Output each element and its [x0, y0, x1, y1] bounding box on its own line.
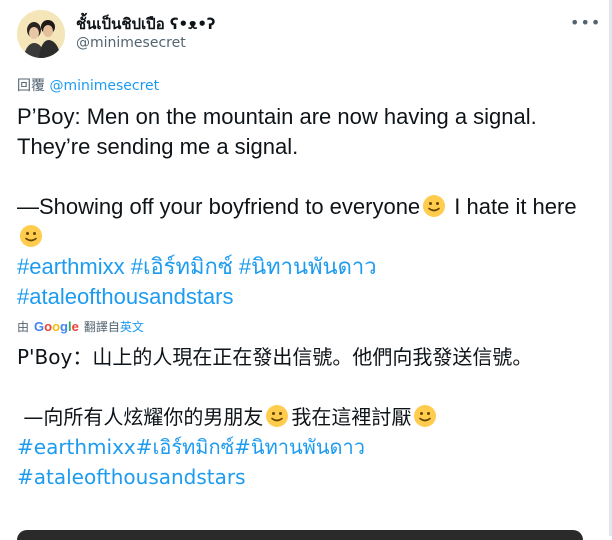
source-language-link[interactable]: 英文: [120, 318, 144, 335]
reply-mention-link[interactable]: @minimesecret: [49, 78, 159, 94]
hashtag-link[interactable]: #เอิร์ทมิกซ์: [131, 254, 233, 279]
translated-line: P'Boy：山上的人現在正在發出信號。他們向我發送信號。: [17, 345, 533, 369]
translated-text: P'Boy：山上的人現在正在發出信號。他們向我發送信號。 —向所有人炫耀你的男朋…: [17, 342, 587, 492]
translated-from-label: 翻譯自: [83, 320, 120, 334]
slightly-smiling-face-emoji: [266, 405, 289, 427]
translation-attribution: 由 Google 翻譯自 英文: [17, 318, 144, 335]
translated-hashtag[interactable]: #ataleofthousandstars: [17, 462, 587, 492]
google-logo: Google: [34, 319, 79, 334]
translated-by-label: 由: [17, 320, 30, 334]
tweet-text-line: —Showing off your boyfriend to everyone …: [17, 192, 587, 252]
slightly-smiling-face-emoji: [423, 195, 446, 217]
reply-context: 回覆 @minimesecret: [17, 75, 159, 95]
hashtags: #earthmixx #เอิร์ทมิกซ์ #นิทานพันดาว: [17, 252, 587, 282]
hashtag-link[interactable]: #earthmixx: [17, 254, 125, 279]
author-handle[interactable]: @minimesecret: [76, 35, 186, 51]
avatar[interactable]: [17, 10, 65, 58]
hashtags: #ataleofthousandstars: [17, 282, 587, 312]
slightly-smiling-face-emoji: [20, 225, 42, 247]
tweet-text-line: P’Boy: Men on the mountain are now havin…: [17, 104, 537, 159]
tweet-text-segment: I hate it here: [448, 194, 577, 219]
translated-hashtags[interactable]: #earthmixx#เอิร์ทมิกซ์#นิทานพันดาว: [17, 432, 587, 462]
tweet-text: P’Boy: Men on the mountain are now havin…: [17, 102, 587, 312]
author-name[interactable]: ชั้นเป็นชิปเปือ ʕ•ᴥ•ʔ: [76, 12, 216, 36]
more-horizontal-icon[interactable]: •••: [570, 14, 600, 34]
attached-media-preview[interactable]: [17, 530, 583, 540]
slightly-smiling-face-emoji: [414, 405, 437, 427]
hashtag-link[interactable]: #นิทานพันดาว: [239, 254, 377, 279]
translated-segment: —向所有人炫耀你的男朋友: [23, 405, 264, 429]
reply-prefix: 回覆: [17, 78, 50, 94]
translated-line: —向所有人炫耀你的男朋友 我在這裡討厭: [17, 402, 587, 432]
hashtag-link[interactable]: #ataleofthousandstars: [17, 284, 234, 309]
tweet-text-segment: —Showing off your boyfriend to everyone: [17, 194, 421, 219]
translated-segment: 我在這裡討厭: [291, 405, 412, 429]
